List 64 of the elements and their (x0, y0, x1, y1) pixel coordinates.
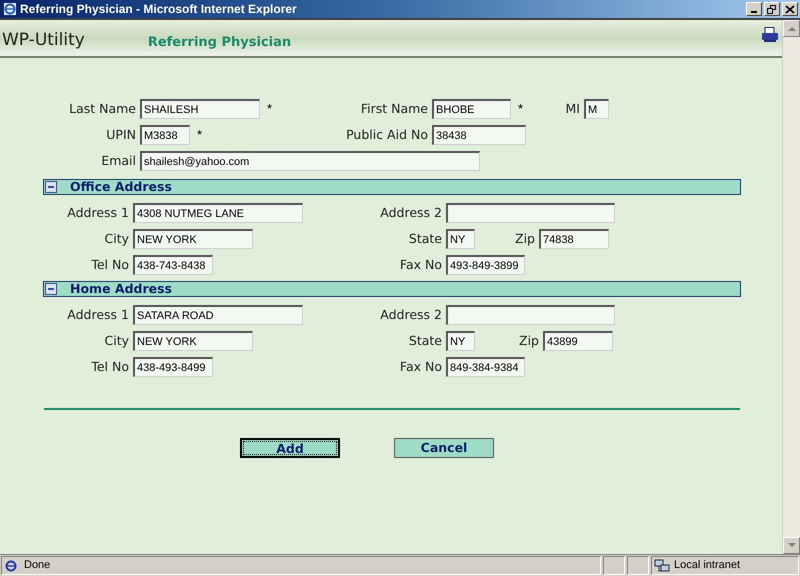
input-field[interactable]: M3838 (140, 125, 190, 145)
field-label: MI (566, 100, 580, 118)
required-marker: * (197, 127, 202, 142)
input-field[interactable]: NY (446, 331, 475, 351)
field-label: City (104, 332, 129, 350)
close-icon[interactable] (782, 2, 798, 16)
field-label: State (408, 332, 442, 350)
field-label: Fax No (400, 256, 442, 274)
field-label: State (408, 230, 442, 248)
field-label: Address 2 (380, 306, 442, 324)
field-label: Public Aid No (346, 126, 428, 144)
section-title: Office Address (70, 178, 172, 196)
field-label: First Name (360, 100, 428, 118)
input-field[interactable]: shailesh@yahoo.com (140, 151, 480, 171)
input-field[interactable]: M (584, 99, 609, 119)
input-field[interactable]: SHAILESH (140, 99, 260, 119)
input-field[interactable]: BHOBE (432, 99, 511, 119)
input-field[interactable]: 438-743-8438 (133, 255, 213, 275)
input-field[interactable]: 38438 (432, 125, 526, 145)
field-label: Address 2 (380, 204, 442, 222)
intranet-icon (654, 558, 670, 572)
field-label: UPIN (106, 126, 136, 144)
minimize-icon[interactable] (746, 2, 762, 16)
printer-icon[interactable] (761, 27, 779, 43)
app-logo: WP-Utility (2, 28, 85, 52)
scroll-up-icon[interactable] (783, 20, 800, 37)
collapse-icon[interactable] (45, 283, 57, 295)
field-label: Zip (515, 230, 535, 248)
collapse-icon[interactable] (45, 181, 57, 193)
input-field[interactable]: 493-849-3899 (446, 255, 525, 275)
field-label: Email (101, 152, 136, 170)
field-label: Address 1 (67, 306, 129, 324)
input-field[interactable]: SATARA ROAD (133, 305, 303, 325)
input-field[interactable]: 43899 (543, 331, 613, 351)
add-button[interactable]: Add (240, 438, 340, 458)
input-field[interactable] (446, 305, 615, 325)
field-label: Last Name (69, 100, 136, 118)
scrollbar[interactable] (782, 20, 800, 554)
field-label: Address 1 (67, 204, 129, 222)
input-field[interactable]: 438-493-8499 (133, 357, 213, 377)
zone-text: Local intranet (674, 558, 740, 574)
status-text: Done (24, 558, 50, 574)
input-field[interactable]: 4308 NUTMEG LANE (133, 203, 303, 223)
section-title: Home Address (70, 280, 172, 298)
input-field[interactable] (446, 203, 615, 223)
input-field[interactable]: NEW YORK (133, 229, 253, 249)
input-field[interactable]: 849-384-9384 (446, 357, 525, 377)
field-label: Zip (519, 332, 539, 350)
field-label: Tel No (91, 358, 129, 376)
required-marker: * (518, 101, 524, 116)
page-title: Referring Physician (148, 34, 292, 52)
browser-icon (3, 2, 17, 16)
input-field[interactable]: NEW YORK (133, 331, 253, 351)
required-marker: * (267, 101, 272, 116)
restore-icon[interactable] (764, 2, 780, 16)
input-field[interactable]: 74838 (539, 229, 609, 249)
window-title: Referring Physician - Microsoft Internet Explorer (20, 1, 297, 18)
scroll-down-icon[interactable] (783, 537, 800, 554)
input-field[interactable]: NY (446, 229, 475, 249)
field-label: City (104, 230, 129, 248)
field-label: Tel No (91, 256, 129, 274)
cancel-button[interactable]: Cancel (394, 438, 494, 458)
page-icon (4, 558, 18, 572)
field-label: Fax No (400, 358, 442, 376)
